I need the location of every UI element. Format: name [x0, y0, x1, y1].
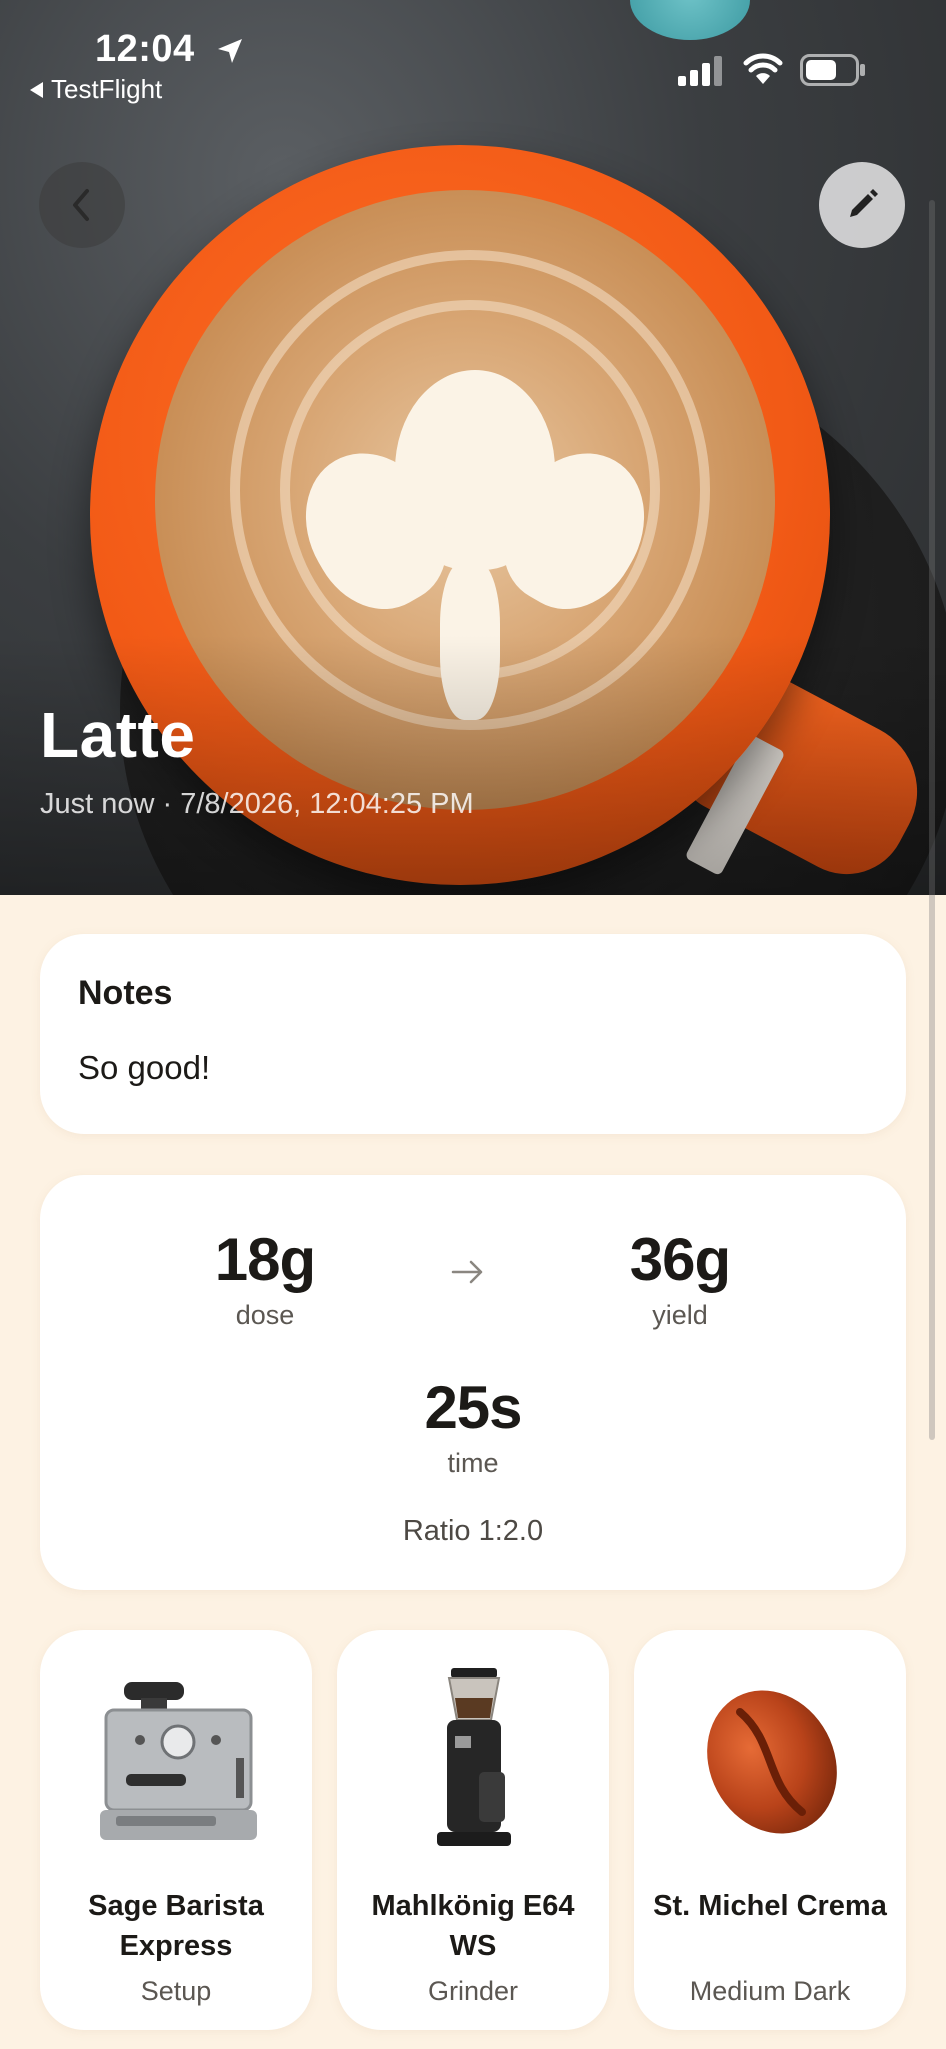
coffee-bean-icon: [707, 1690, 837, 1834]
drink-timestamp: Just now · 7/8/2026, 12:04:25 PM: [40, 788, 474, 820]
equipment-type: Medium Dark: [689, 1976, 851, 2006]
drink-title: Latte: [40, 699, 196, 771]
espresso-machine-icon: [100, 1682, 257, 1840]
yield-label: yield: [652, 1300, 708, 1330]
grinder-icon: [437, 1668, 511, 1846]
yarn-ball: [630, 0, 750, 40]
scrollbar[interactable]: [929, 200, 935, 1440]
back-button[interactable]: [39, 162, 125, 248]
equipment-name: St. Michel Crema: [653, 1890, 887, 1922]
equipment-card-machine[interactable]: Sage Barista Express Setup: [40, 1630, 312, 2030]
time-stat: 25s time: [353, 1373, 593, 1479]
yield-stat: 36g yield: [560, 1225, 800, 1331]
equipment-type: Setup: [140, 1976, 212, 2006]
notes-heading: Notes: [78, 974, 173, 1012]
back-app-label: TestFlight: [51, 74, 163, 104]
battery-icon: [800, 54, 865, 86]
wifi-icon: [743, 53, 783, 84]
equipment-card-beans[interactable]: St. Michel Crema Medium Dark: [634, 1630, 906, 2030]
brew-stats-card: 18g dose 36g yield 25s time Ratio 1:2.0: [40, 1175, 906, 1590]
brew-ratio: Ratio 1:2.0: [402, 1515, 544, 1547]
yield-value: 36g: [629, 1226, 731, 1293]
equipment-card-grinder[interactable]: Mahlkönig E64 WS Grinder: [337, 1630, 609, 2030]
dose-stat: 18g dose: [145, 1225, 385, 1331]
edit-button[interactable]: [819, 162, 905, 248]
equipment-type: Grinder: [427, 1976, 519, 2006]
location-arrow-icon: [218, 39, 242, 63]
pencil-icon: [850, 189, 878, 217]
status-time: 12:04: [95, 28, 195, 70]
back-triangle-icon: [30, 81, 43, 98]
dose-label: dose: [235, 1300, 295, 1330]
dose-value: 18g: [214, 1226, 316, 1293]
equipment-name: Sage Barista Express: [88, 1890, 264, 1962]
chevron-left-icon: [73, 189, 89, 221]
time-value: 25s: [424, 1374, 522, 1441]
back-to-app[interactable]: TestFlight: [30, 74, 162, 105]
notes-text: So good!: [78, 1049, 211, 1086]
time-label: time: [447, 1448, 499, 1478]
arrow-right-icon: [451, 1260, 483, 1284]
equipment-name: Mahlkönig E64 WS: [371, 1890, 575, 1962]
cellular-signal-icon: [678, 56, 722, 86]
notes-card: Notes So good!: [40, 934, 906, 1134]
